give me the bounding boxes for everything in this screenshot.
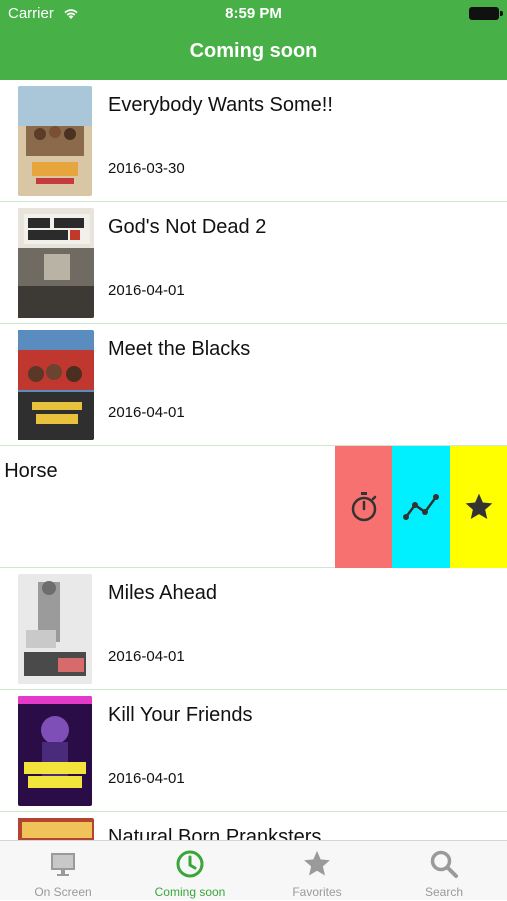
status-time: 8:59 PM [225, 5, 282, 22]
tab-label: Search [424, 885, 464, 899]
star-icon [304, 850, 330, 876]
clock-icon [176, 850, 204, 878]
page-title: Coming soon [189, 40, 318, 62]
tab-coming-soon[interactable]: Coming soon [127, 841, 253, 901]
battery-icon [469, 7, 503, 20]
tab-bar: On Screen Coming soon Favorites Search [0, 840, 507, 900]
movie-title: Miles Ahead [108, 582, 217, 604]
monitor-icon [51, 853, 75, 876]
list-item[interactable]: Miles Ahead 2016-04-01 [0, 568, 507, 690]
status-bar: Carrier 8:59 PM [0, 0, 507, 28]
reminder-action-button[interactable] [335, 446, 393, 568]
movie-title: God's Not Dead 2 [108, 216, 267, 238]
movie-title: rk Horse [0, 460, 58, 482]
release-date: 2016-04-01 [108, 770, 185, 787]
favorite-action-button[interactable] [450, 446, 507, 568]
movie-poster [18, 574, 92, 684]
movie-title: Natural Born Pranksters [108, 826, 322, 840]
list-item[interactable]: Natural Born Pranksters [0, 812, 507, 840]
stopwatch-icon [351, 492, 377, 522]
movie-poster [18, 208, 94, 318]
list-item[interactable]: Everybody Wants Some!! 2016-03-30 [0, 80, 507, 202]
movie-poster [18, 696, 92, 806]
list-item[interactable]: Kill Your Friends 2016-04-01 [0, 690, 507, 812]
header: Carrier 8:59 PM Coming soon [0, 0, 507, 80]
tab-label: Coming soon [154, 885, 226, 899]
tab-on-screen[interactable]: On Screen [0, 841, 126, 901]
tab-label: Favorites [292, 885, 342, 899]
movie-poster [18, 818, 94, 840]
movie-poster [18, 86, 92, 196]
stats-action-button[interactable] [392, 446, 450, 568]
tab-favorites[interactable]: Favorites [254, 841, 380, 901]
release-date: 2016-04-01 [108, 282, 185, 299]
list-item[interactable]: God's Not Dead 2 2016-04-01 [0, 202, 507, 324]
movie-title: Everybody Wants Some!! [108, 94, 333, 116]
release-date: 2016-04-01 [108, 648, 185, 665]
movie-list[interactable]: Everybody Wants Some!! 2016-03-30 God's … [0, 80, 507, 840]
tab-search[interactable]: Search [381, 841, 507, 901]
release-date: 2016-03-30 [108, 160, 185, 177]
line-chart-icon [403, 494, 439, 520]
movie-title: Kill Your Friends [108, 704, 253, 726]
list-item[interactable]: Meet the Blacks 2016-04-01 [0, 324, 507, 446]
movie-title: Meet the Blacks [108, 338, 251, 360]
search-icon [430, 850, 458, 878]
tab-label: On Screen [34, 885, 92, 899]
star-icon [465, 493, 492, 519]
list-item-swiped[interactable]: rk Horse 01 [0, 446, 507, 568]
movie-poster [18, 330, 94, 440]
release-date: 2016-04-01 [108, 404, 185, 421]
